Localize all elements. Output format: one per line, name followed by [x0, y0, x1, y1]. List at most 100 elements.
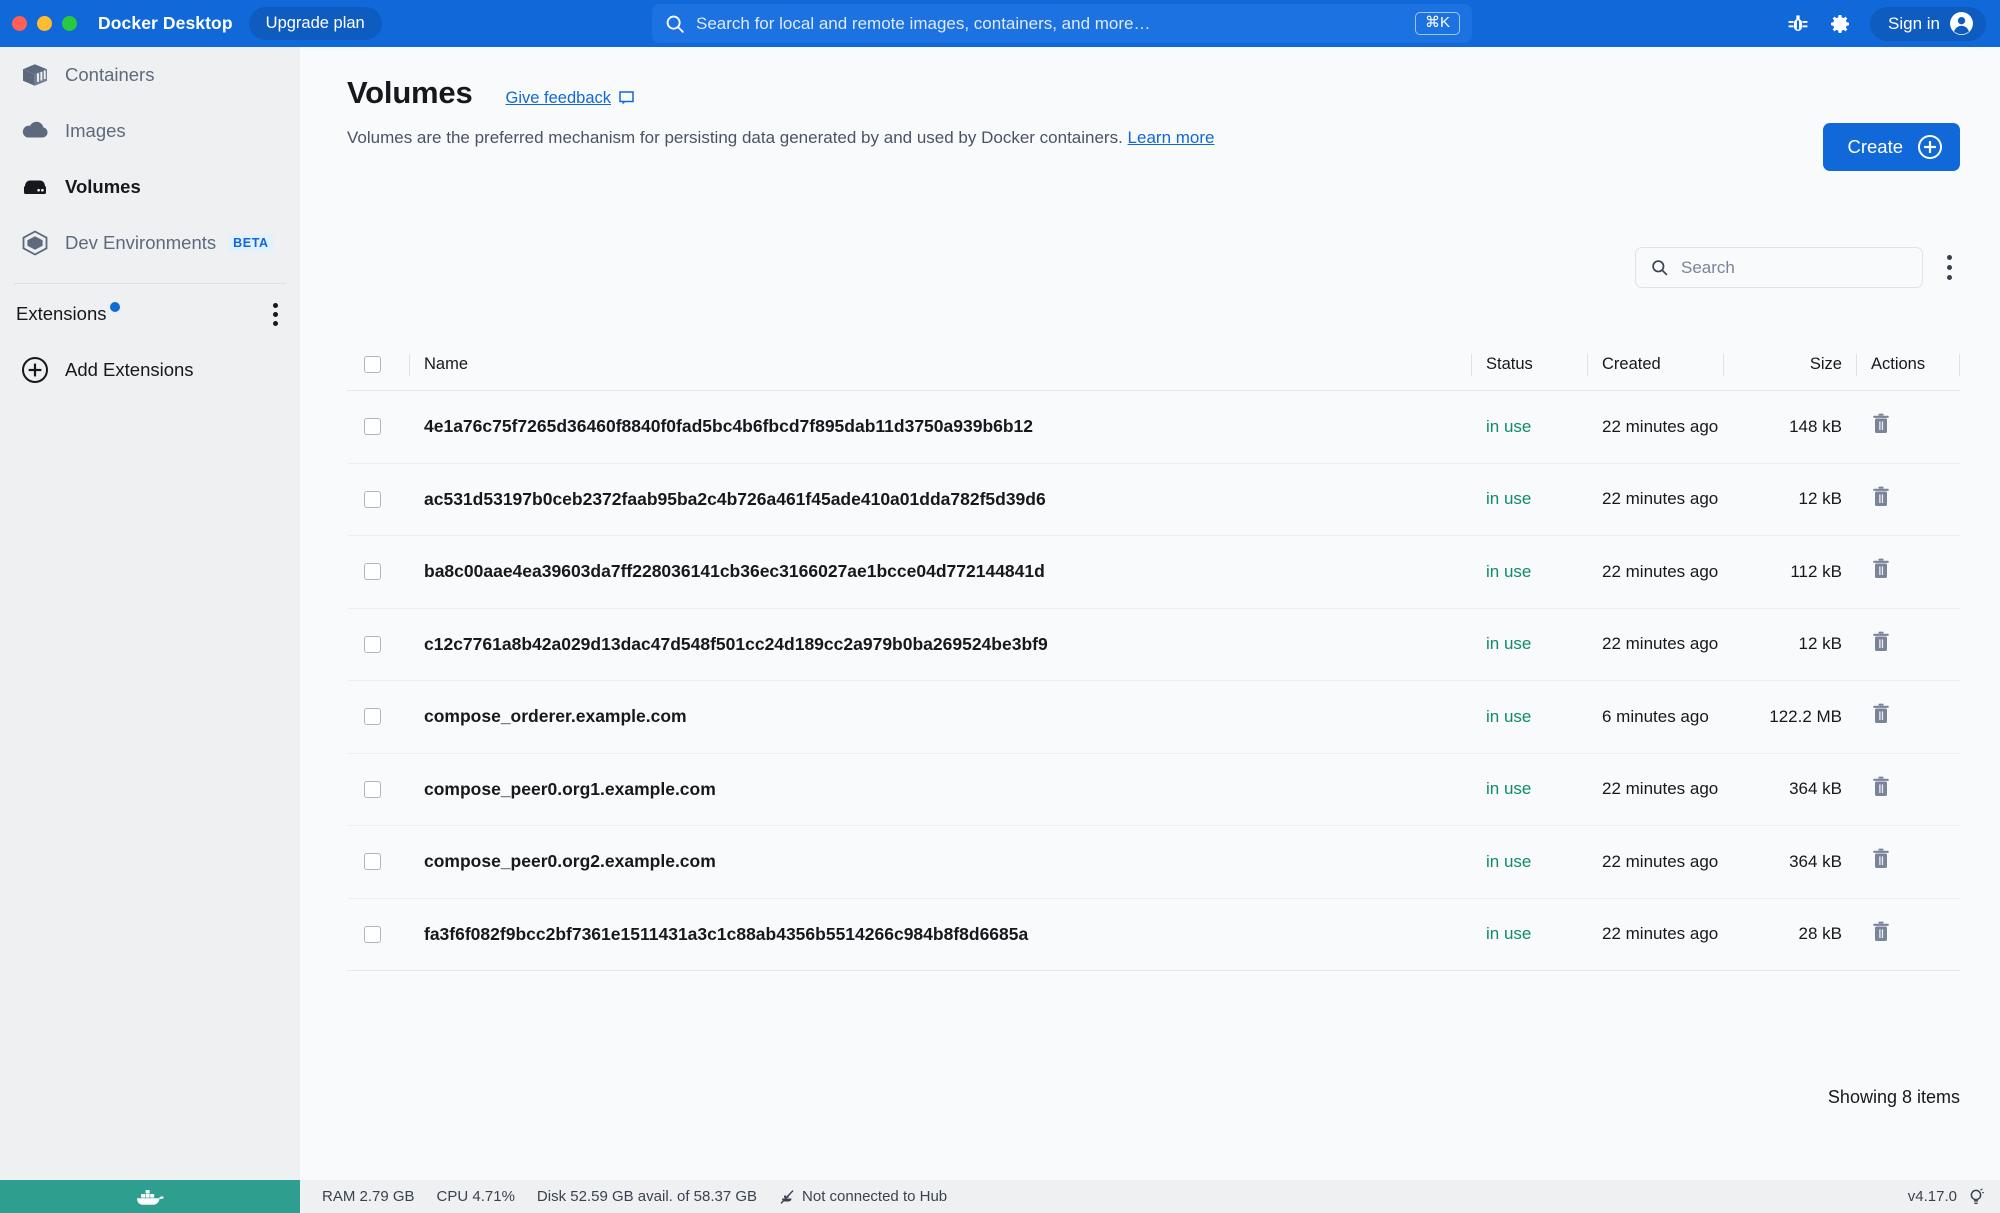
row-checkbox-cell — [347, 563, 409, 581]
sidebar: Containers Images Volumes Dev Environmen… — [0, 47, 300, 1190]
delete-icon[interactable] — [1871, 486, 1891, 508]
row-checkbox[interactable] — [364, 563, 381, 581]
window-traffic-lights — [12, 16, 77, 31]
row-checkbox[interactable] — [364, 635, 381, 653]
row-checkbox[interactable] — [364, 418, 381, 436]
plus-circle-icon — [1918, 135, 1942, 159]
table-row[interactable]: ba8c00aae4ea39603da7ff228036141cb36ec316… — [347, 536, 1960, 609]
sidebar-item-containers[interactable]: Containers — [0, 47, 300, 103]
volume-name[interactable]: 4e1a76c75f7265d36460f8840f0fad5bc4b6fbcd… — [410, 416, 1471, 437]
dev-environments-icon — [14, 228, 56, 258]
delete-icon[interactable] — [1871, 558, 1891, 580]
version-label: v4.17.0 — [1907, 1188, 1957, 1205]
global-search-input[interactable]: Search for local and remote images, cont… — [652, 4, 1472, 43]
volume-created: 22 minutes ago — [1602, 779, 1719, 799]
delete-icon[interactable] — [1871, 703, 1891, 725]
add-extensions-label: Add Extensions — [65, 359, 194, 380]
upgrade-plan-button[interactable]: Upgrade plan — [248, 7, 382, 40]
minimize-window-button[interactable] — [37, 16, 52, 31]
sidebar-item-images[interactable]: Images — [0, 103, 300, 159]
search-input[interactable]: Search — [1635, 247, 1923, 288]
volume-status: in use — [1486, 634, 1532, 654]
sign-in-label: Sign in — [1888, 13, 1940, 33]
delete-icon[interactable] — [1871, 413, 1891, 435]
gear-icon[interactable] — [1828, 12, 1852, 36]
sidebar-item-volumes[interactable]: Volumes — [0, 159, 300, 215]
table-row[interactable]: compose_orderer.example.com in use 6 minut… — [347, 681, 1960, 754]
volume-size: 12 kB — [1798, 634, 1842, 654]
volume-name[interactable]: compose_orderer.example.com — [410, 706, 1471, 727]
table-body: 4e1a76c75f7265d36460f8840f0fad5bc4b6fbcd… — [347, 391, 1960, 971]
column-header-size[interactable]: Size — [1724, 355, 1856, 374]
row-checkbox[interactable] — [364, 853, 381, 871]
select-all-checkbox-cell — [347, 356, 409, 373]
app-title: Docker Desktop — [98, 13, 233, 33]
table-row[interactable]: compose_peer0.org2.example.com in use 22 m… — [347, 826, 1960, 899]
column-header-name[interactable]: Name — [410, 355, 1471, 374]
volume-size: 364 kB — [1789, 851, 1842, 871]
volume-status: in use — [1486, 851, 1532, 871]
extensions-notification-dot — [109, 302, 120, 312]
table-header-row: Name Status Created Size Actions — [347, 339, 1960, 391]
extensions-menu-button[interactable] — [269, 299, 282, 330]
delete-icon[interactable] — [1871, 921, 1891, 943]
page-description: Volumes are the preferred mechanism for … — [347, 128, 1960, 148]
sidebar-item-add-extensions[interactable]: Add Extensions — [0, 344, 300, 396]
delete-icon[interactable] — [1871, 631, 1891, 653]
feedback-icon — [619, 91, 634, 105]
table-row[interactable]: fa3f6f082f9bcc2bf7361e1511431a3c1c88ab43… — [347, 899, 1960, 971]
title-bar: Docker Desktop Upgrade plan Search for l… — [0, 0, 2000, 47]
volume-name[interactable]: compose_peer0.org2.example.com — [410, 851, 1471, 872]
row-checkbox[interactable] — [364, 708, 381, 726]
sidebar-item-extensions[interactable]: Extensions — [0, 284, 300, 344]
search-icon — [666, 15, 684, 33]
column-header-created[interactable]: Created — [1588, 355, 1723, 374]
table-options-menu-button[interactable] — [1939, 249, 1960, 286]
table-row[interactable]: 4e1a76c75f7265d36460f8840f0fad5bc4b6fbcd… — [347, 391, 1960, 464]
volume-icon — [14, 172, 56, 202]
main-content: Volumes Give feedback Volumes are the pr… — [300, 47, 2000, 1190]
volume-name[interactable]: fa3f6f082f9bcc2bf7361e1511431a3c1c88ab43… — [410, 924, 1471, 945]
sign-in-button[interactable]: Sign in — [1870, 6, 1986, 41]
volume-name[interactable]: ac531d53197b0ceb2372faab95ba2c4b726a461f… — [410, 489, 1471, 510]
row-actions — [1857, 631, 1959, 658]
select-all-checkbox[interactable] — [364, 356, 381, 373]
row-checkbox[interactable] — [364, 780, 381, 798]
tips-lightbulb-icon[interactable] — [1968, 1187, 1984, 1206]
volume-name[interactable]: compose_peer0.org1.example.com — [410, 779, 1471, 800]
table-row[interactable]: c12c7761a8b42a029d13dac47d548f501cc24d18… — [347, 609, 1960, 681]
learn-more-link[interactable]: Learn more — [1128, 128, 1215, 147]
table-row[interactable]: ac531d53197b0ceb2372faab95ba2c4b726a461f… — [347, 464, 1960, 536]
column-divider — [1959, 353, 1960, 376]
disk-status: Disk 52.59 GB avail. of 58.37 GB — [536, 1188, 758, 1205]
row-checkbox[interactable] — [364, 925, 381, 943]
create-volume-button[interactable]: Create — [1823, 123, 1960, 171]
sidebar-item-label: Images — [65, 120, 126, 141]
row-checkbox-cell — [347, 418, 409, 436]
volume-name[interactable]: ba8c00aae4ea39603da7ff228036141cb36ec316… — [410, 561, 1471, 582]
delete-icon[interactable] — [1871, 776, 1891, 798]
row-checkbox-cell — [347, 853, 409, 871]
hub-connection-status[interactable]: Not connected to Hub — [779, 1188, 947, 1205]
volume-created: 6 minutes ago — [1602, 706, 1709, 726]
table-row[interactable]: compose_peer0.org1.example.com in use 22 m… — [347, 754, 1960, 826]
volume-size: 148 kB — [1789, 416, 1842, 436]
column-header-status[interactable]: Status — [1472, 355, 1587, 374]
sidebar-item-dev-environments[interactable]: Dev Environments BETA — [0, 215, 300, 271]
row-checkbox[interactable] — [364, 490, 381, 508]
volume-created: 22 minutes ago — [1602, 634, 1719, 654]
volume-created: 22 minutes ago — [1602, 489, 1719, 509]
give-feedback-link[interactable]: Give feedback — [506, 89, 636, 108]
close-window-button[interactable] — [12, 16, 27, 31]
volume-name[interactable]: c12c7761a8b42a029d13dac47d548f501cc24d18… — [410, 634, 1471, 655]
row-checkbox-cell — [347, 635, 409, 653]
extensions-label: Extensions — [16, 303, 107, 324]
maximize-window-button[interactable] — [62, 16, 77, 31]
status-metrics: RAM 2.79 GB CPU 4.71% Disk 52.59 GB avai… — [322, 1188, 947, 1205]
bug-icon[interactable] — [1786, 12, 1810, 36]
delete-icon[interactable] — [1871, 848, 1891, 870]
row-actions — [1857, 486, 1959, 513]
plus-circle-icon — [14, 356, 56, 384]
row-checkbox-cell — [347, 780, 409, 798]
docker-engine-status[interactable] — [0, 1180, 300, 1213]
